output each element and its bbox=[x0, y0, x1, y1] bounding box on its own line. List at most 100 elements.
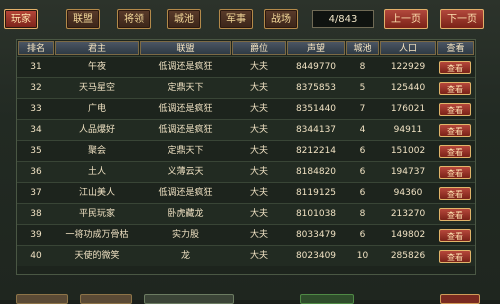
lord-cell: 广电 bbox=[87, 104, 106, 114]
table-row: 40 天使的微笑 龙 大夫 8023409 10 285826 查看 bbox=[17, 245, 475, 266]
table-row: 32 天马星空 定鼎天下 大夫 8375853 5 125440 查看 bbox=[17, 77, 475, 98]
tab-players[interactable]: 玩家 bbox=[4, 9, 38, 29]
prestige-cell: 8184820 bbox=[295, 167, 337, 177]
view-button[interactable]: 查看 bbox=[439, 187, 471, 200]
next-page-button[interactable]: 下一页 bbox=[440, 9, 484, 29]
view-button[interactable]: 查看 bbox=[439, 229, 471, 242]
header-alliance: 联盟 bbox=[140, 41, 231, 55]
top-navigation: 玩家 联盟 将领 城池 军事 战场 4/843 上一页 下一页 bbox=[0, 0, 500, 38]
alliance-cell: 低调还是疯狂 bbox=[158, 188, 213, 198]
tab-military[interactable]: 军事 bbox=[219, 9, 253, 29]
view-button[interactable]: 查看 bbox=[439, 166, 471, 179]
table-row: 37 江山美人 低调还是疯狂 大夫 8119125 6 94360 查看 bbox=[17, 182, 475, 203]
rank-cell: 31 bbox=[30, 62, 42, 72]
cities-cell: 6 bbox=[359, 146, 366, 156]
rank-cell: 33 bbox=[30, 104, 42, 114]
population-cell: 149802 bbox=[390, 230, 426, 240]
prev-page-button[interactable]: 上一页 bbox=[384, 9, 428, 29]
header-lord: 君主 bbox=[55, 41, 139, 55]
table-row: 36 土人 义薄云天 大夫 8184820 6 194737 查看 bbox=[17, 161, 475, 182]
lord-cell: 人品爆好 bbox=[78, 125, 115, 135]
alliance-cell: 低调还是疯狂 bbox=[158, 104, 213, 114]
prestige-cell: 8449770 bbox=[295, 62, 337, 72]
alliance-cell: 低调还是疯狂 bbox=[158, 125, 213, 135]
rank-cell: 35 bbox=[30, 146, 42, 156]
prestige-cell: 8101038 bbox=[295, 209, 337, 219]
cities-cell: 8 bbox=[359, 209, 366, 219]
view-button[interactable]: 查看 bbox=[439, 103, 471, 116]
footer-button[interactable] bbox=[80, 294, 132, 304]
prestige-cell: 8033479 bbox=[295, 230, 337, 240]
header-population: 人口 bbox=[380, 41, 436, 55]
table-row: 31 午夜 低调还是疯狂 大夫 8449770 8 122929 查看 bbox=[17, 56, 475, 77]
lord-cell: 午夜 bbox=[87, 62, 106, 72]
view-button[interactable]: 查看 bbox=[439, 124, 471, 137]
rank-cell: 32 bbox=[30, 83, 42, 93]
cities-cell: 6 bbox=[359, 167, 366, 177]
page-indicator: 4/843 bbox=[312, 10, 374, 28]
footer-controls bbox=[0, 276, 500, 304]
title-cell: 大夫 bbox=[249, 146, 268, 156]
title-cell: 大夫 bbox=[249, 251, 268, 261]
population-cell: 176021 bbox=[390, 104, 426, 114]
tab-generals[interactable]: 将领 bbox=[117, 9, 151, 29]
view-button[interactable]: 查看 bbox=[439, 61, 471, 74]
tab-alliances[interactable]: 联盟 bbox=[66, 9, 100, 29]
title-cell: 大夫 bbox=[249, 104, 268, 114]
lord-cell: 一将功成万骨枯 bbox=[65, 230, 129, 240]
prestige-cell: 8351440 bbox=[295, 104, 337, 114]
prestige-cell: 8212214 bbox=[295, 146, 337, 156]
tab-cities[interactable]: 城池 bbox=[167, 9, 201, 29]
header-view: 查看 bbox=[437, 41, 474, 55]
population-cell: 151002 bbox=[390, 146, 426, 156]
footer-button[interactable] bbox=[440, 294, 480, 304]
rank-cell: 38 bbox=[30, 209, 42, 219]
cities-cell: 5 bbox=[359, 83, 366, 93]
rank-cell: 37 bbox=[30, 188, 42, 198]
lord-cell: 江山美人 bbox=[78, 188, 115, 198]
alliance-cell: 低调还是疯狂 bbox=[158, 62, 213, 72]
alliance-cell: 龙 bbox=[180, 251, 190, 261]
table-row: 38 平民玩家 卧虎藏龙 大夫 8101038 8 213270 查看 bbox=[17, 203, 475, 224]
population-cell: 285826 bbox=[390, 251, 426, 261]
cities-cell: 7 bbox=[359, 104, 366, 114]
footer-button[interactable] bbox=[300, 294, 354, 304]
title-cell: 大夫 bbox=[249, 125, 268, 135]
prestige-cell: 8375853 bbox=[295, 83, 337, 93]
alliance-cell: 卧虎藏龙 bbox=[167, 209, 204, 219]
title-cell: 大夫 bbox=[249, 167, 268, 177]
prestige-cell: 8119125 bbox=[295, 188, 337, 198]
view-button[interactable]: 查看 bbox=[439, 82, 471, 95]
title-cell: 大夫 bbox=[249, 62, 268, 72]
lord-cell: 聚会 bbox=[87, 146, 106, 156]
footer-button[interactable] bbox=[16, 294, 68, 304]
cities-cell: 6 bbox=[359, 230, 366, 240]
cities-cell: 10 bbox=[356, 251, 369, 261]
alliance-cell: 义薄云天 bbox=[167, 167, 204, 177]
title-cell: 大夫 bbox=[249, 209, 268, 219]
lord-cell: 天马星空 bbox=[78, 83, 115, 93]
table-header: 排名 君主 联盟 爵位 声望 城池 人口 查看 bbox=[17, 40, 475, 56]
population-cell: 213270 bbox=[390, 209, 426, 219]
cities-cell: 4 bbox=[359, 125, 366, 135]
population-cell: 94360 bbox=[393, 188, 423, 198]
view-button[interactable]: 查看 bbox=[439, 208, 471, 221]
cities-cell: 6 bbox=[359, 188, 366, 198]
rank-cell: 34 bbox=[30, 125, 42, 135]
population-cell: 94911 bbox=[393, 125, 423, 135]
table-row: 34 人品爆好 低调还是疯狂 大夫 8344137 4 94911 查看 bbox=[17, 119, 475, 140]
footer-button[interactable] bbox=[144, 294, 234, 304]
view-button[interactable]: 查看 bbox=[439, 145, 471, 158]
alliance-cell: 定鼎天下 bbox=[167, 83, 204, 93]
view-button[interactable]: 查看 bbox=[439, 250, 471, 263]
lord-cell: 天使的微笑 bbox=[74, 251, 120, 261]
alliance-cell: 实力股 bbox=[171, 230, 199, 240]
tab-battlefield[interactable]: 战场 bbox=[264, 9, 298, 29]
header-prestige: 声望 bbox=[287, 41, 345, 55]
leaderboard-panel: 玩家 联盟 将领 城池 军事 战场 4/843 上一页 下一页 排名 君主 联盟… bbox=[0, 0, 500, 304]
population-cell: 125440 bbox=[390, 83, 426, 93]
title-cell: 大夫 bbox=[249, 188, 268, 198]
rank-cell: 40 bbox=[30, 251, 42, 261]
header-rank: 排名 bbox=[18, 41, 54, 55]
ranking-table: 排名 君主 联盟 爵位 声望 城池 人口 查看 31 午夜 低调还是疯狂 大夫 … bbox=[16, 39, 476, 275]
